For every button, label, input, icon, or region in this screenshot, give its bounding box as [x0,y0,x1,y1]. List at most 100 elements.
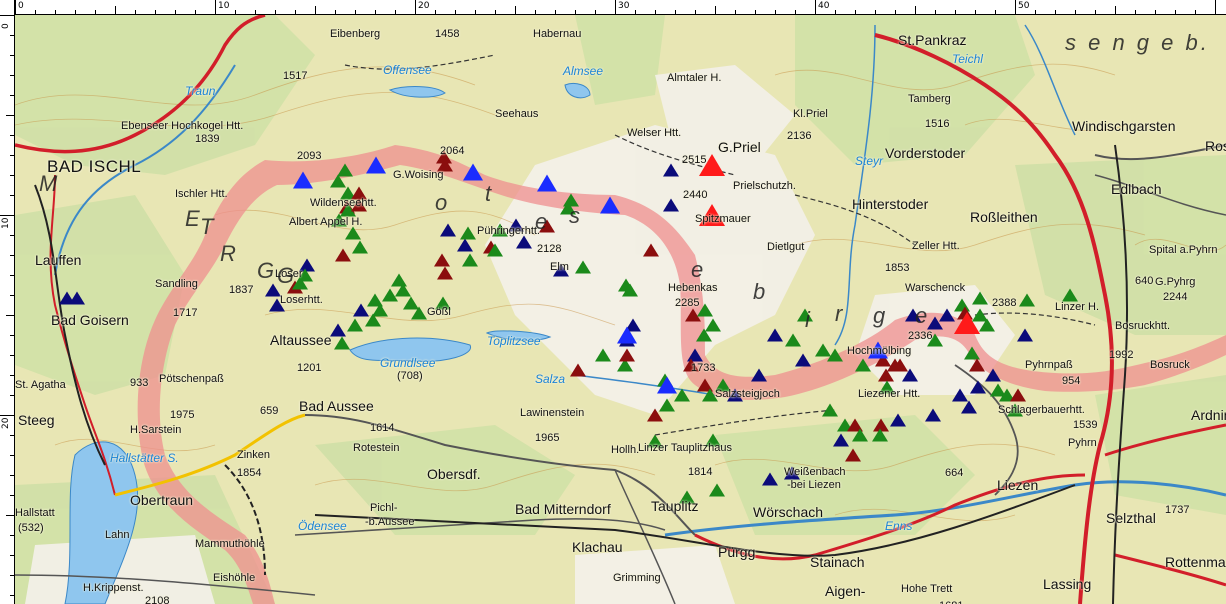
peak-marker-green[interactable] [460,226,476,240]
map-label-hollh: Hollh. [611,444,640,456]
peak-marker-navy[interactable] [353,303,369,317]
map-label-edlbach: Edlbach [1111,181,1162,197]
map-label-seehaus: Seehaus [495,108,539,120]
topographic-map[interactable]: BAD ISCHL Ebenseer Hochkogel Htt. 1839 1517… [15,15,1226,604]
map-label-bad-ischl: BAD ISCHL [47,157,142,176]
peak-marker-navy[interactable] [767,328,783,342]
map-label-hochmolbing: Hochmölbing [847,345,912,357]
map-label-grundlsee: Grundlsee [380,356,436,370]
map-label-e1717: 1717 [173,307,198,319]
map-label-klpriel: Kl.Priel [793,108,828,120]
peak-marker-green[interactable] [822,403,838,417]
peak-marker-navy[interactable] [795,353,811,367]
ruler-tick [335,10,336,14]
map-label-eibenberg: Eibenberg [330,28,381,40]
map-label-vorderstoder: Vorderstoder [885,145,966,161]
peak-marker-green[interactable] [382,288,398,302]
map-label-prielschutz: Prielschutzh. [733,180,796,192]
ruler-label: 20 [418,1,430,11]
map-viewer[interactable]: 0 10 20 30 40 50 0 10 20 BAD ISCHL Ebens… [0,0,1226,604]
peak-marker-green[interactable] [352,240,368,254]
ruler-tick [0,415,14,416]
map-label-linzer: Linzer H. [1055,301,1100,313]
map-label-zinken: Zinken [237,449,271,461]
peak-marker-green[interactable] [709,483,725,497]
map-label-salzsteigjoch: Salzsteigjoch [715,388,780,400]
map-label-rotestein: Rotestein [353,442,400,454]
peak-marker-green[interactable] [462,253,478,267]
peak-marker-navy[interactable] [457,238,473,252]
map-label-rossleithen: Roßleithen [970,209,1038,225]
map-label-wildensee: Wildenseehtt. [310,197,377,209]
map-label-e1516: 1516 [925,118,950,130]
map-label-stpankraz: St.Pankraz [898,32,967,48]
peak-marker-green[interactable] [391,273,407,287]
peak-marker-green[interactable] [334,336,350,350]
peak-marker-navy[interactable] [961,400,977,414]
ruler-tick [735,10,736,14]
map-label-eishohle: Eishöhle [213,572,256,584]
ruler-tick [575,10,576,14]
map-label-loserhtt: Loserhtt. [280,294,323,306]
ruler-tick [10,255,14,256]
map-label-e1965: 1965 [535,432,560,444]
map-label-potschen: Pötschenpaß [159,373,224,385]
peak-marker-green[interactable] [1019,293,1035,307]
map-label-e1737: 1737 [1165,504,1190,516]
ruler-tick [10,455,14,456]
peak-marker-green[interactable] [815,343,831,357]
ruler-tick [0,215,14,216]
ruler-tick [1115,6,1116,14]
map-label-badmitterndorf: Bad Mitterndorf [515,501,611,517]
ruler-tick [35,10,36,14]
peak-marker-darkred[interactable] [434,253,450,267]
peak-marker-darkred[interactable] [335,248,351,262]
map-label-e532: (532) [18,522,44,534]
peak-marker-green[interactable] [785,333,801,347]
map-label-e1517: 1517 [283,70,308,82]
peak-marker-navy[interactable] [1017,328,1033,342]
map-label-lauffen: Lauffen [35,252,82,268]
ruler-tick [355,10,356,14]
ruler-tick [10,35,14,36]
ruler-tick [6,315,14,316]
map-label-bosruckhtt: Bosruckhtt. [1115,320,1171,332]
map-label-g2-g: g [873,303,889,328]
peak-marker-navy[interactable] [751,368,767,382]
ruler-tick [235,10,236,14]
map-label-b-g: b [753,279,769,304]
map-label-hkrippen: H.Krippenst. [83,582,144,594]
peak-marker-green[interactable] [403,296,419,310]
map-label-teichl: Teichl [952,52,983,66]
peak-marker-darkred[interactable] [437,266,453,280]
ruler-tick [10,395,14,396]
peak-marker-navy[interactable] [330,323,346,337]
ruler-tick [10,195,14,196]
ruler-tick [635,10,636,14]
ruler-tick [315,6,316,14]
map-label-s2-g: s e n g e b. [1065,30,1210,55]
peak-marker-green[interactable] [347,318,363,332]
peak-marker-darkred[interactable] [1010,388,1026,402]
ruler-label: 10 [1,217,11,229]
ruler-tick [295,10,296,14]
map-label-grimming: Grimming [613,572,661,584]
ruler-tick [695,10,696,14]
map-label-e1458: 1458 [435,28,460,40]
ruler-tick [535,10,536,14]
peak-marker-navy[interactable] [925,408,941,422]
map-label-gwoising: G.Woising [393,169,444,181]
ruler-tick [815,0,816,14]
ruler-tick [795,10,796,14]
map-label-e708: (708) [397,370,423,382]
ruler-tick [1215,0,1216,14]
map-label-hsarstein: H.Sarstein [130,424,182,436]
map-label-e1853: 1853 [885,262,910,274]
map-label-e659: 659 [260,405,279,417]
map-label-spitzmauer: Spitzmauer [695,213,751,225]
map-label-e1814: 1814 [688,466,713,478]
map-label-worschach: Wörschach [753,504,824,520]
peak-marker-navy[interactable] [440,223,456,237]
ruler-tick [395,10,396,14]
map-label-traun: Traun [185,84,216,98]
